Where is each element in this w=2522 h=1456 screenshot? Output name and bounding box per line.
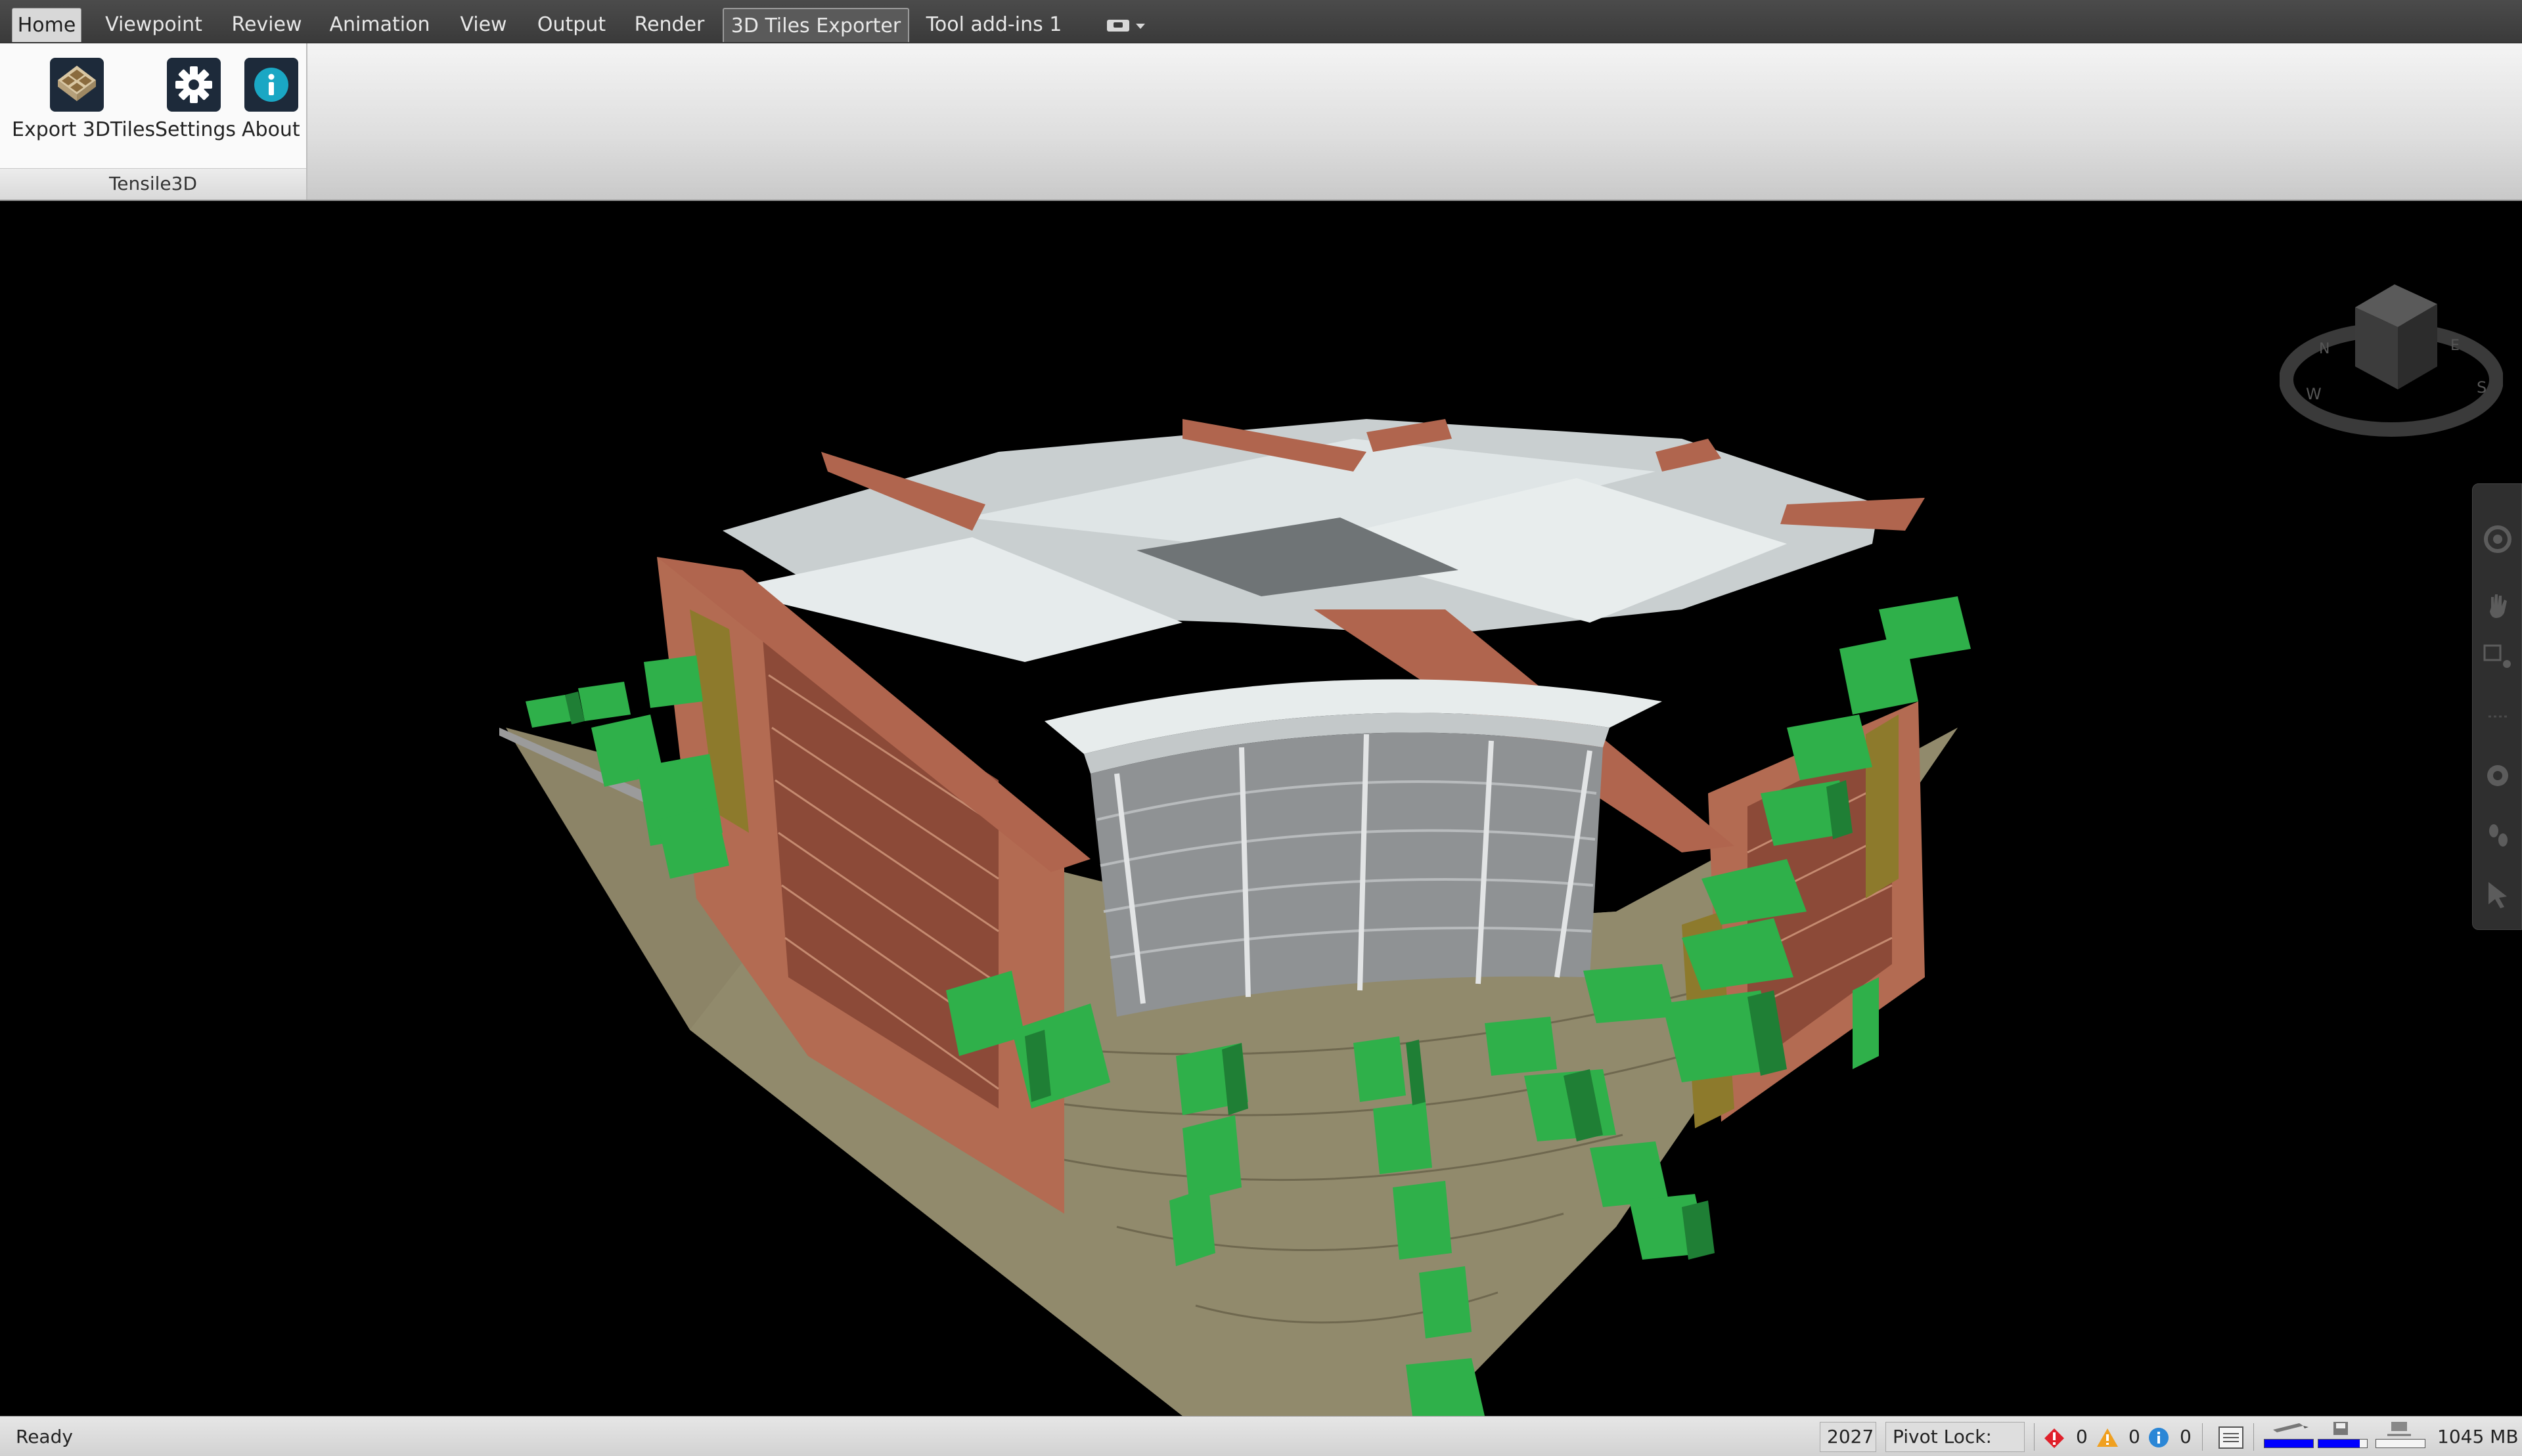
about-label: About [242, 118, 300, 141]
ribbon-tab-bar: Home Viewpoint Review Animation View Out… [0, 0, 2522, 43]
navigation-bar [2472, 483, 2522, 930]
3d-viewport[interactable]: W S N E [0, 202, 2522, 1416]
ribbon-panel-tensile3d: Export 3DTiles Settings About Tensile3D [0, 43, 307, 200]
steering-wheel-icon[interactable] [2482, 523, 2513, 555]
info-icon [244, 58, 298, 112]
svg-text:W: W [2306, 385, 2322, 403]
disk-icon [2333, 1422, 2348, 1435]
ribbon-panel-area: Export 3DTiles Settings About Tensile3D [0, 43, 2522, 201]
chevron-down-icon [1136, 24, 1145, 29]
gear-icon [167, 58, 221, 112]
status-divider [2202, 1423, 2203, 1451]
tab-output[interactable]: Output [532, 8, 611, 42]
tab-animation[interactable]: Animation [325, 8, 435, 42]
svg-text:S: S [2477, 378, 2487, 397]
orbit-icon[interactable] [2482, 701, 2513, 732]
tab-tool-add-ins-1[interactable]: Tool add-ins 1 [917, 8, 1071, 42]
sheet-number-field[interactable]: 2027 [1820, 1422, 1876, 1452]
look-icon[interactable] [2482, 760, 2513, 791]
error-count: 0 [2076, 1426, 2088, 1447]
export-3dtiles-label: Export 3DTiles [12, 118, 156, 141]
select-arrow-icon[interactable] [2482, 878, 2513, 910]
tab-home[interactable]: Home [12, 8, 81, 42]
info-status-icon[interactable] [2148, 1427, 2169, 1448]
tab-view[interactable]: View [452, 8, 515, 42]
status-bar: Ready 2027 Pivot Lock: Off 0 0 0 [0, 1416, 2522, 1456]
tab-review[interactable]: Review [226, 8, 307, 42]
web-progress-bar [2376, 1439, 2425, 1448]
status-divider [2253, 1423, 2254, 1451]
export-3dtiles-button[interactable]: Export 3DTiles [7, 50, 155, 148]
pencil-progress-bar [2264, 1439, 2314, 1448]
svg-text:N: N [2319, 341, 2330, 357]
memory-usage: 1045 MB [2437, 1426, 2519, 1447]
disk-progress-fill [2318, 1440, 2360, 1447]
settings-button[interactable]: Settings [152, 50, 236, 148]
error-icon[interactable] [2043, 1427, 2065, 1449]
svg-text:E: E [2450, 338, 2460, 354]
info-count: 0 [2180, 1426, 2192, 1447]
sheet-browser-icon[interactable] [2218, 1426, 2244, 1449]
tab-viewpoint[interactable]: Viewpoint [99, 8, 209, 42]
pencil-progress-fill [2264, 1440, 2313, 1447]
building-model-render [499, 419, 1971, 1416]
status-text: Ready [16, 1426, 73, 1447]
disk-progress-bar [2318, 1439, 2368, 1448]
walk-icon[interactable] [2482, 819, 2513, 850]
pan-hand-icon[interactable] [2482, 589, 2513, 621]
web-server-icon [2387, 1422, 2411, 1436]
about-button[interactable]: About [238, 50, 304, 148]
ribbon-panel-title: Tensile3D [0, 168, 306, 200]
export-3dtiles-icon [50, 58, 104, 112]
zoom-icon[interactable] [2482, 642, 2513, 673]
status-divider [2034, 1423, 2035, 1451]
warning-count: 0 [2128, 1426, 2140, 1447]
warning-icon[interactable] [2096, 1427, 2119, 1448]
tab-3d-tiles-exporter[interactable]: 3D Tiles Exporter [723, 8, 909, 42]
pivot-lock-toggle[interactable]: Pivot Lock: Off [1885, 1422, 2025, 1456]
viewcube-icon[interactable]: W S N E [2280, 268, 2503, 452]
quick-access-dropdown[interactable] [1107, 18, 1146, 33]
settings-label: Settings [155, 118, 236, 141]
tab-render[interactable]: Render [628, 8, 711, 42]
pencil-icon [2273, 1423, 2308, 1432]
quick-access-icon [1107, 20, 1129, 32]
